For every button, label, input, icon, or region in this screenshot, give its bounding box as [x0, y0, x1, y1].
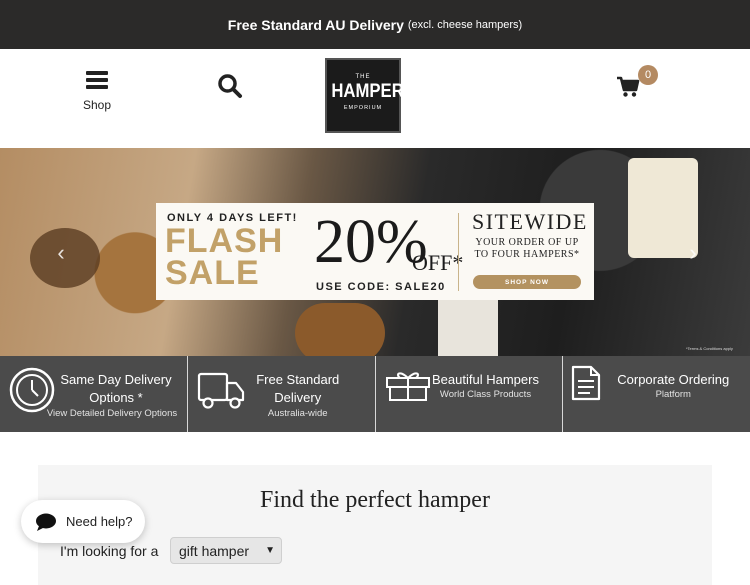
logo-line-3: EMPORIUM [343, 105, 383, 111]
chat-bubble-icon [36, 513, 56, 531]
hamper-type-value: gift hamper [179, 543, 250, 559]
promo-order-text: YOUR ORDER OF UP TO FOUR HAMPERS* [474, 237, 580, 260]
hamper-type-select[interactable]: gift hamper ▼ [170, 537, 282, 564]
feature-corporate-ordering[interactable]: Corporate Ordering Platform [563, 356, 750, 432]
search-icon [218, 74, 242, 98]
hero-photo-label [438, 298, 498, 356]
clock-icon [9, 367, 55, 413]
carousel-prev-icon[interactable]: ‹ [52, 242, 70, 264]
announcement-bar: Free Standard AU Delivery (excl. cheese … [0, 0, 750, 49]
promo-code: USE CODE: SALE20 [316, 281, 446, 293]
feature-title: Beautiful Hampers [432, 372, 539, 387]
feature-subtitle: Australia-wide [267, 408, 328, 419]
cart-icon [617, 76, 640, 97]
feature-strip: Same Day Delivery Options * View Detaile… [0, 356, 750, 432]
feature-subtitle: World Class Products [439, 389, 532, 400]
hero-fine-print: *Terms & Conditions apply [686, 346, 733, 351]
feature-free-delivery[interactable]: Free Standard Delivery Australia-wide [188, 356, 376, 432]
feature-same-day-delivery[interactable]: Same Day Delivery Options * View Detaile… [0, 356, 188, 432]
chevron-down-icon: ▼ [265, 545, 275, 556]
promo-sale: SALE [165, 254, 260, 292]
promo-sitewide: SITEWIDE [472, 209, 588, 234]
carousel-next-icon[interactable]: › [684, 242, 702, 264]
promo-percent: 20% [314, 208, 428, 276]
gift-box-icon [385, 372, 430, 401]
hero-photo-nuts [295, 303, 385, 356]
shop-menu-button[interactable]: Shop [72, 71, 122, 112]
truck-icon [197, 372, 244, 409]
finder-label: I'm looking for a [60, 543, 159, 559]
document-icon [572, 365, 601, 401]
hero-photo-olives [628, 158, 698, 258]
search-button[interactable] [217, 73, 243, 99]
hero-banner[interactable]: ‹ › ONLY 4 DAYS LEFT! FLASH SALE 20% OFF… [0, 148, 750, 356]
announcement-note: (excl. cheese hampers) [407, 18, 523, 31]
promo-flash: FLASH [165, 222, 284, 260]
cart-button[interactable] [616, 76, 640, 98]
feature-title: Same Day Delivery Options * [60, 372, 172, 405]
promo-panel: ONLY 4 DAYS LEFT! FLASH SALE 20% OFF* US… [156, 203, 594, 300]
promo-divider [458, 213, 459, 291]
logo-line-1: THE [355, 74, 371, 80]
shop-now-button[interactable]: SHOP NOW [473, 275, 581, 289]
shop-menu-label: Shop [82, 98, 112, 112]
feature-subtitle: View Detailed Delivery Options [46, 408, 178, 419]
feature-title: Free Standard Delivery [256, 372, 340, 405]
cart-count-badge: 0 [638, 65, 658, 85]
feature-subtitle: Platform [655, 389, 691, 400]
logo-line-2: HAMPER [331, 81, 404, 102]
feature-title: Corporate Ordering [617, 372, 730, 387]
hamburger-icon [86, 71, 108, 89]
announcement-text: Free Standard AU Delivery [227, 16, 404, 33]
promo-off: OFF* [412, 250, 464, 275]
need-help-button[interactable]: Need help? [21, 500, 145, 543]
need-help-label: Need help? [66, 514, 133, 529]
feature-beautiful-hampers[interactable]: Beautiful Hampers World Class Products [376, 356, 564, 432]
site-logo[interactable]: THE HAMPER EMPORIUM [325, 58, 404, 133]
